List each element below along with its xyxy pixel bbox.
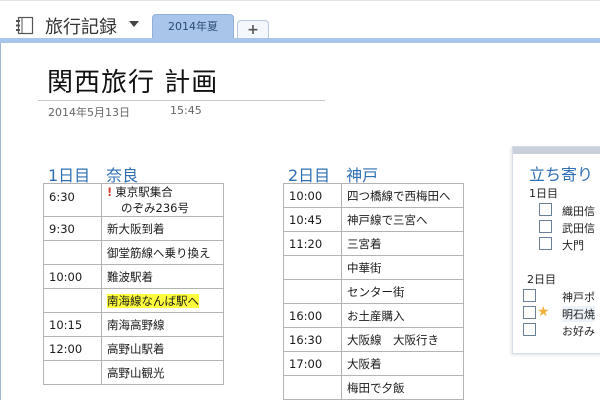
todo-checkbox[interactable]: [539, 220, 552, 233]
panel-day1-label: 1日目: [529, 187, 558, 200]
todo-checkbox[interactable]: [539, 203, 552, 216]
activity-cell[interactable]: センター街: [341, 279, 464, 304]
star-icon: ★: [537, 304, 550, 320]
table-row: 12:00 高野山駅着: [43, 336, 224, 361]
activity-cell[interactable]: 四つ橋線で西梅田へ: [341, 183, 464, 208]
table-row: 17:00 大阪着: [283, 351, 464, 376]
activity-cell[interactable]: 中華街: [341, 255, 464, 280]
time-cell[interactable]: 17:00: [283, 351, 342, 376]
time-cell[interactable]: 16:00: [283, 303, 342, 328]
table-row: 10:15 南海高野線: [43, 312, 224, 337]
notebook-icon: [16, 16, 34, 35]
activity-cell[interactable]: 高野山観光: [101, 360, 224, 385]
activity-cell[interactable]: 御堂筋線へ乗り換え: [101, 240, 224, 265]
time-cell[interactable]: [43, 240, 102, 265]
activity-cell[interactable]: 神戸線で三宮へ: [341, 207, 464, 232]
activity-cell[interactable]: 難波駅着: [101, 264, 224, 289]
table-row: 6:30 ! 東京駅集合 のぞみ236号: [43, 183, 224, 217]
todo-checkbox[interactable]: [523, 306, 536, 319]
time-cell[interactable]: [43, 288, 102, 313]
table-row: 高野山観光: [43, 360, 224, 385]
activity-cell[interactable]: お土産購入: [341, 303, 464, 328]
page-left-border: [0, 43, 1, 400]
todo-item[interactable]: 神戸ポ: [562, 289, 595, 305]
table-row: 梅田で夕飯: [283, 375, 464, 400]
exclamation-icon: !: [107, 185, 113, 199]
page-date: 2014年5月13日: [48, 106, 130, 119]
time-cell[interactable]: 12:00: [43, 336, 102, 361]
time-cell[interactable]: [283, 279, 342, 304]
todo-item[interactable]: 武田信: [562, 220, 595, 236]
todo-checkbox[interactable]: [523, 323, 536, 336]
todo-checkbox[interactable]: [539, 237, 552, 250]
table-row: 16:00 お土産購入: [283, 303, 464, 328]
add-section-tab[interactable]: +: [237, 20, 269, 40]
todo-item[interactable]: 明石焼: [562, 306, 595, 322]
table-row: 10:00 四つ橋線で西梅田へ: [283, 183, 464, 208]
activity-cell[interactable]: 南海線なんば駅へ: [101, 288, 224, 313]
activity-cell[interactable]: 三宮着: [341, 231, 464, 256]
section-color-band: [0, 38, 600, 43]
activity-cell[interactable]: 南海高野線: [101, 312, 224, 337]
time-cell[interactable]: 10:00: [283, 183, 342, 208]
table-row: センター街: [283, 279, 464, 304]
time-cell[interactable]: 10:00: [43, 264, 102, 289]
activity-cell[interactable]: 高野山駅着: [101, 336, 224, 361]
page-title[interactable]: 関西旅行 計画: [47, 62, 218, 99]
activity-text: 東京駅集合: [115, 185, 173, 199]
table-row: 南海線なんば駅へ: [43, 288, 224, 313]
time-cell[interactable]: 16:30: [283, 327, 342, 352]
time-cell[interactable]: 10:45: [283, 207, 342, 232]
day2-schedule-table: 10:00 四つ橋線で西梅田へ 10:45 神戸線で三宮へ 11:20 三宮着 中華街…: [283, 183, 464, 400]
table-row: 10:00 難波駅着: [43, 264, 224, 289]
caret-down-icon[interactable]: [129, 21, 139, 27]
time-cell[interactable]: 9:30: [43, 216, 102, 241]
time-cell[interactable]: [283, 255, 342, 280]
activity-cell[interactable]: 大阪線 大阪行き: [341, 327, 464, 352]
activity-cell[interactable]: 梅田で夕飯: [341, 375, 464, 400]
table-row: 16:30 大阪線 大阪行き: [283, 327, 464, 352]
activity-cell[interactable]: 新大阪到着: [101, 216, 224, 241]
stopover-panel: 立ち寄り 1日目 織田信 武田信 大門 2日目 神戸ポ ★ 明石焼 お好み: [512, 146, 600, 354]
todo-item[interactable]: 大門: [562, 237, 584, 253]
todo-item[interactable]: お好み: [562, 323, 595, 339]
page-time: 15:45: [170, 104, 202, 117]
panel-header-bar[interactable]: [513, 147, 600, 154]
table-row: 10:45 神戸線で三宮へ: [283, 207, 464, 232]
notebook-bar: 旅行記録 2014年夏 +: [0, 0, 600, 40]
day1-schedule-table: 6:30 ! 東京駅集合 のぞみ236号 9:30 新大阪到着 御堂筋線へ乗り換え…: [43, 183, 224, 385]
todo-checkbox[interactable]: [523, 289, 536, 302]
time-cell[interactable]: [283, 375, 342, 400]
table-row: 御堂筋線へ乗り換え: [43, 240, 224, 265]
highlighted-text: 南海線なんば駅へ: [107, 293, 199, 308]
table-row: 11:20 三宮着: [283, 231, 464, 256]
time-cell[interactable]: [43, 360, 102, 385]
time-cell[interactable]: 10:15: [43, 312, 102, 337]
todo-item[interactable]: 織田信: [562, 203, 595, 219]
activity-text: のぞみ236号: [121, 201, 189, 215]
table-row: 中華街: [283, 255, 464, 280]
table-row: 9:30 新大阪到着: [43, 216, 224, 241]
section-tab-2014-summer[interactable]: 2014年夏: [152, 14, 234, 40]
title-divider: [38, 100, 325, 101]
panel-title[interactable]: 立ち寄り: [529, 161, 593, 185]
notebook-title[interactable]: 旅行記録: [45, 13, 117, 39]
activity-cell[interactable]: 大阪着: [341, 351, 464, 376]
panel-day2-label: 2日目: [527, 273, 556, 286]
activity-cell[interactable]: ! 東京駅集合 のぞみ236号: [101, 183, 224, 217]
time-cell[interactable]: 6:30: [43, 183, 102, 217]
time-cell[interactable]: 11:20: [283, 231, 342, 256]
